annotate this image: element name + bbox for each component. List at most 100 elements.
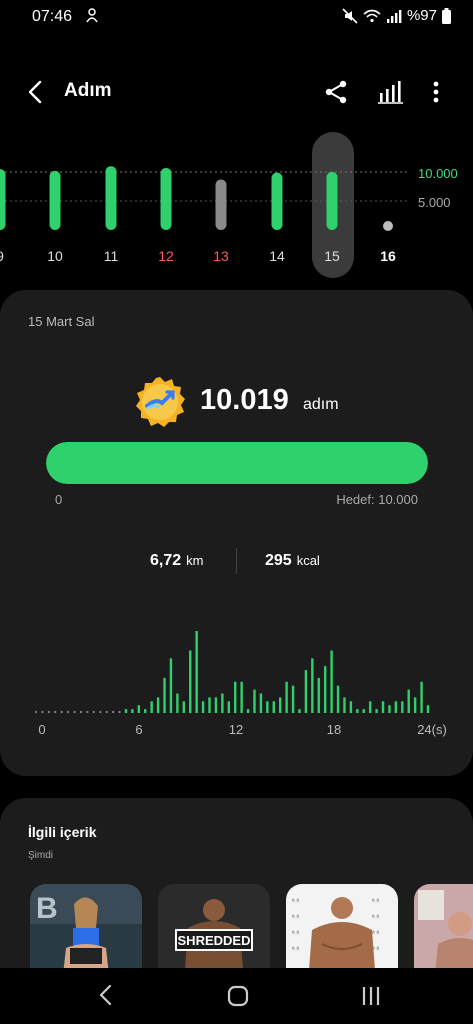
hourly-bar bbox=[156, 697, 160, 713]
day-label-12[interactable]: 12 bbox=[146, 248, 186, 264]
hourly-bar bbox=[144, 709, 147, 713]
hourly-bar bbox=[291, 685, 295, 713]
hourly-dot bbox=[34, 710, 38, 714]
svg-text:B: B bbox=[36, 892, 58, 925]
steps-unit: adım bbox=[303, 396, 339, 413]
day-label-9[interactable]: 9 bbox=[0, 248, 20, 264]
hourly-bar bbox=[330, 650, 333, 713]
hourly-bar bbox=[124, 709, 128, 713]
hourly-bar bbox=[221, 693, 224, 713]
hourly-bar bbox=[343, 697, 346, 713]
hourly-bar bbox=[368, 701, 372, 713]
shredded-label: SHREDDED bbox=[178, 933, 251, 948]
day-label-10[interactable]: 10 bbox=[35, 248, 75, 264]
day-bar-15[interactable] bbox=[326, 171, 338, 230]
hour-label-24: 24(s) bbox=[417, 722, 447, 737]
hourly-bar bbox=[311, 658, 314, 713]
hourly-bar bbox=[388, 705, 391, 713]
hourly-bar bbox=[381, 701, 385, 713]
day-bar-14[interactable] bbox=[271, 172, 283, 230]
svg-text:ª ª: ª ª bbox=[292, 899, 300, 906]
day-bar-9[interactable] bbox=[0, 169, 6, 230]
shredded-card[interactable]: SHREDDED bbox=[158, 884, 270, 978]
system-navigation-bar bbox=[0, 968, 473, 1024]
hourly-bar bbox=[201, 701, 205, 713]
steps-count: 10.019 bbox=[200, 384, 289, 416]
hourly-dot bbox=[118, 710, 121, 714]
nav-home-icon[interactable] bbox=[226, 984, 250, 1008]
status-bar: 07:46 %97 bbox=[0, 0, 473, 36]
goal-progress-bar bbox=[46, 442, 428, 484]
hourly-bar bbox=[227, 701, 230, 713]
hourly-bar bbox=[137, 705, 141, 713]
fitness-woman-image: B bbox=[30, 884, 142, 978]
app-bar: Adım bbox=[0, 70, 473, 114]
hourly-bar bbox=[266, 701, 269, 713]
hour-label-12: 12 bbox=[228, 722, 244, 737]
day-label-13[interactable]: 13 bbox=[201, 248, 241, 264]
day-bar-10[interactable] bbox=[49, 170, 61, 230]
nav-recent-apps-icon[interactable] bbox=[359, 984, 383, 1008]
hourly-dot bbox=[92, 710, 95, 714]
hourly-bar bbox=[394, 701, 398, 713]
hourly-dot bbox=[41, 710, 44, 714]
hourly-dot bbox=[54, 710, 57, 714]
hourly-bar bbox=[420, 681, 423, 713]
selected-date: 15 Mart Sal bbox=[28, 314, 95, 329]
hourly-dot bbox=[47, 710, 50, 714]
hourly-bar bbox=[272, 701, 275, 713]
daily-summary-card: 15 Mart Sal 10.019 adım 0 Hedef: 10.000 … bbox=[0, 290, 473, 776]
svg-text:ª ª: ª ª bbox=[372, 931, 380, 938]
hourly-bar bbox=[131, 709, 134, 713]
hourly-dot bbox=[67, 710, 70, 714]
more-options-icon[interactable] bbox=[424, 78, 448, 106]
page-title: Adım bbox=[64, 80, 112, 101]
hourly-bar bbox=[336, 685, 340, 713]
hour-label-18: 18 bbox=[326, 722, 342, 737]
metric-divider bbox=[236, 548, 237, 574]
y-tick-half: 5.000 bbox=[418, 195, 451, 210]
hourly-bar bbox=[234, 681, 237, 713]
day-bar-11[interactable] bbox=[105, 166, 117, 230]
svg-text:ª ª: ª ª bbox=[292, 947, 300, 954]
day-dot-16[interactable] bbox=[383, 221, 393, 231]
share-icon[interactable] bbox=[322, 78, 350, 106]
hourly-bar bbox=[304, 670, 308, 713]
hourly-bar bbox=[407, 689, 410, 713]
nav-back-icon[interactable] bbox=[96, 984, 118, 1006]
signal-icon bbox=[386, 9, 402, 23]
hourly-bar bbox=[413, 697, 417, 713]
hourly-dot bbox=[105, 710, 108, 714]
day-bar-13[interactable] bbox=[215, 179, 227, 230]
day-label-11[interactable]: 11 bbox=[91, 248, 131, 264]
svg-text:ª ª: ª ª bbox=[292, 915, 300, 922]
hourly-dot bbox=[99, 710, 102, 714]
hourly-bar bbox=[189, 650, 192, 713]
progress-goal-label: Hedef: 10.000 bbox=[336, 492, 418, 507]
hourly-bar bbox=[362, 709, 365, 713]
svg-text:ª ª: ª ª bbox=[372, 915, 380, 922]
bodybuilder-card[interactable]: ª ªª ªª ªª ª ª ªª ªª ªª ª bbox=[286, 884, 398, 978]
day-label-16[interactable]: 16 bbox=[368, 248, 408, 264]
hourly-bar bbox=[323, 666, 327, 713]
day-label-15[interactable]: 15 bbox=[312, 248, 352, 264]
related-heading: İlgili içerik bbox=[28, 824, 97, 840]
body-card[interactable] bbox=[414, 884, 473, 978]
hourly-bar bbox=[375, 709, 378, 713]
svg-text:ª ª: ª ª bbox=[372, 899, 380, 906]
day-bar-12[interactable] bbox=[160, 167, 172, 230]
fitness-woman-card[interactable]: B bbox=[30, 884, 142, 978]
day-label-14[interactable]: 14 bbox=[257, 248, 297, 264]
calories-metric: 295 kcal bbox=[265, 552, 320, 570]
hourly-bar bbox=[169, 658, 173, 713]
hourly-steps-chart bbox=[34, 631, 430, 714]
trends-chart-icon[interactable] bbox=[376, 78, 404, 106]
wifi-icon bbox=[363, 9, 381, 22]
weekly-steps-chart: 10.000 5.000 9 10 11 12 13 14 15 16 bbox=[0, 128, 473, 278]
hourly-bar bbox=[317, 677, 320, 713]
back-arrow-icon[interactable] bbox=[22, 78, 50, 106]
y-tick-goal: 10.000 bbox=[418, 166, 458, 181]
hourly-bar bbox=[182, 701, 186, 713]
battery-icon bbox=[442, 7, 451, 24]
body-image bbox=[414, 884, 473, 978]
